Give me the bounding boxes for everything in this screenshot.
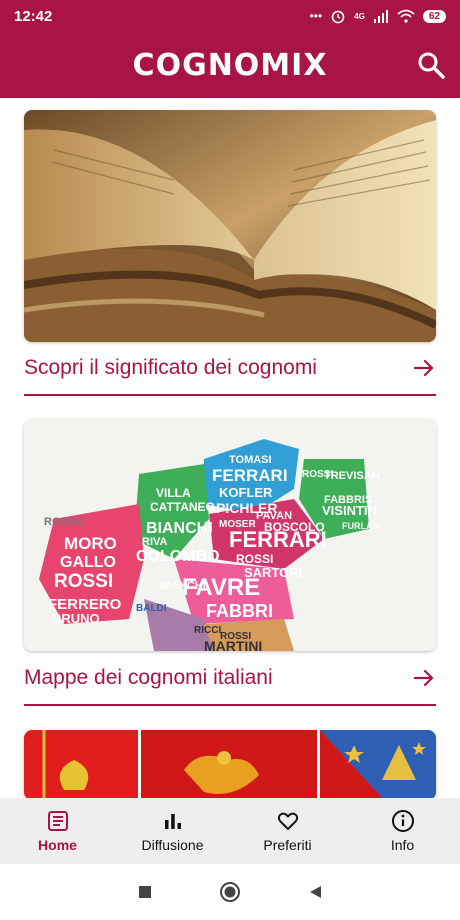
- article-icon: [47, 811, 68, 831]
- status-icons: ••• 4G 62: [310, 8, 446, 24]
- info-icon: [391, 810, 414, 832]
- map-word: ROSSI: [236, 552, 273, 566]
- signal-icon: [373, 10, 388, 23]
- bar-chart-icon: [164, 814, 181, 829]
- system-nav-bar: [0, 864, 460, 920]
- map-word: ROSSI: [54, 571, 113, 592]
- back-triangle-icon[interactable]: [307, 884, 323, 900]
- status-time: 12:42: [14, 7, 53, 25]
- arrow-right-icon: [413, 359, 434, 377]
- meaning-link[interactable]: Scopri il significato dei cognomi: [24, 352, 436, 396]
- meaning-link-label: Scopri il significato dei cognomi: [24, 356, 317, 379]
- recents-square-icon[interactable]: [137, 884, 153, 900]
- nav-item-diffusione[interactable]: Diffusione: [115, 798, 230, 864]
- map-word: KOFLER: [219, 485, 273, 500]
- map-word: FABBRI: [206, 601, 273, 621]
- map-word: ROSSO: [44, 516, 84, 528]
- map-word: MARTINI: [204, 638, 262, 651]
- map-word: BOSCOLO: [264, 520, 325, 534]
- battery-indicator: 62: [422, 9, 446, 23]
- home-circle-icon[interactable]: [219, 881, 241, 903]
- old-book-image: [24, 110, 436, 342]
- wifi-icon: [397, 9, 415, 23]
- network-type: 4G: [354, 11, 365, 21]
- meaning-card-image[interactable]: [24, 110, 436, 342]
- map-word: FURLAN: [342, 521, 379, 531]
- more-dots-icon: •••: [309, 9, 323, 23]
- map-word: VILLA: [156, 486, 191, 500]
- app-title: COGNOMIX: [132, 47, 328, 83]
- coats-of-arms-image: [24, 730, 436, 800]
- map-word: COLOMBO: [136, 548, 220, 565]
- nav-label-diffusione: Diffusione: [141, 837, 204, 853]
- alarm-icon: [331, 10, 345, 24]
- map-word: TREVISAN: [324, 470, 380, 482]
- map-word: MORO: [64, 534, 117, 553]
- nav-item-info[interactable]: Info: [345, 798, 460, 864]
- map-word: BIANCHI: [160, 580, 206, 592]
- nav-label-preferiti: Preferiti: [263, 837, 312, 853]
- map-word: RICCI: [194, 625, 221, 636]
- coats-card-image[interactable]: [24, 730, 436, 800]
- map-word: GALLO: [60, 554, 116, 571]
- maps-card-image[interactable]: TOMASI FERRARI KOFLER PICHLER MOSER ROSS…: [24, 419, 436, 651]
- map-word: BIANCHI: [146, 520, 213, 537]
- map-word: TOMASI: [229, 454, 272, 466]
- map-word: BRUNO: [52, 611, 100, 626]
- app-bar: COGNOMIX: [0, 32, 460, 98]
- status-bar: 12:42 ••• 4G 62: [0, 0, 460, 32]
- map-word: CATTANEO: [150, 500, 215, 514]
- maps-link[interactable]: Mappe dei cognomi italiani: [24, 662, 436, 706]
- map-word: BALDI: [136, 603, 167, 614]
- nav-label-info: Info: [390, 837, 415, 853]
- map-word: RIVA: [142, 536, 168, 548]
- search-icon[interactable]: [416, 50, 446, 80]
- heart-icon: [277, 812, 298, 830]
- map-word: VISINTIN: [322, 503, 377, 518]
- nav-label-home: Home: [38, 837, 77, 853]
- arrow-right-icon: [413, 669, 434, 687]
- bottom-nav: Home Diffusione Preferiti Info: [0, 798, 460, 864]
- italy-word-map-image: TOMASI FERRARI KOFLER PICHLER MOSER ROSS…: [24, 419, 436, 651]
- maps-link-label: Mappe dei cognomi italiani: [24, 666, 273, 689]
- nav-item-preferiti[interactable]: Preferiti: [230, 798, 345, 864]
- map-word: FERRARI: [212, 466, 288, 485]
- nav-item-home[interactable]: Home: [0, 798, 115, 864]
